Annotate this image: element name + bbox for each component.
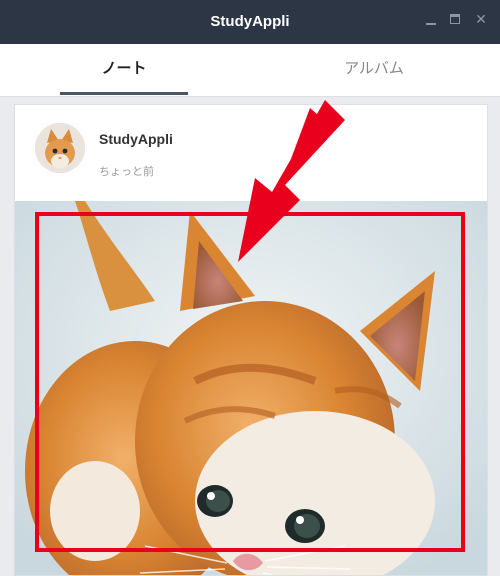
post-author: StudyAppli <box>99 131 173 147</box>
title-bar: StudyAppli ✕ <box>0 0 500 44</box>
tab-bar: ノート アルバム <box>0 44 500 97</box>
active-tab-indicator <box>60 92 188 95</box>
maximize-icon[interactable] <box>449 13 463 27</box>
minimize-icon[interactable] <box>424 13 438 27</box>
highlight-box <box>35 212 465 552</box>
tab-album[interactable]: アルバム <box>310 44 438 94</box>
post-timestamp: ちょっと前 <box>99 165 154 178</box>
tab-note[interactable]: ノート <box>60 44 188 94</box>
close-icon[interactable]: ✕ <box>474 13 488 27</box>
avatar[interactable] <box>35 123 85 173</box>
